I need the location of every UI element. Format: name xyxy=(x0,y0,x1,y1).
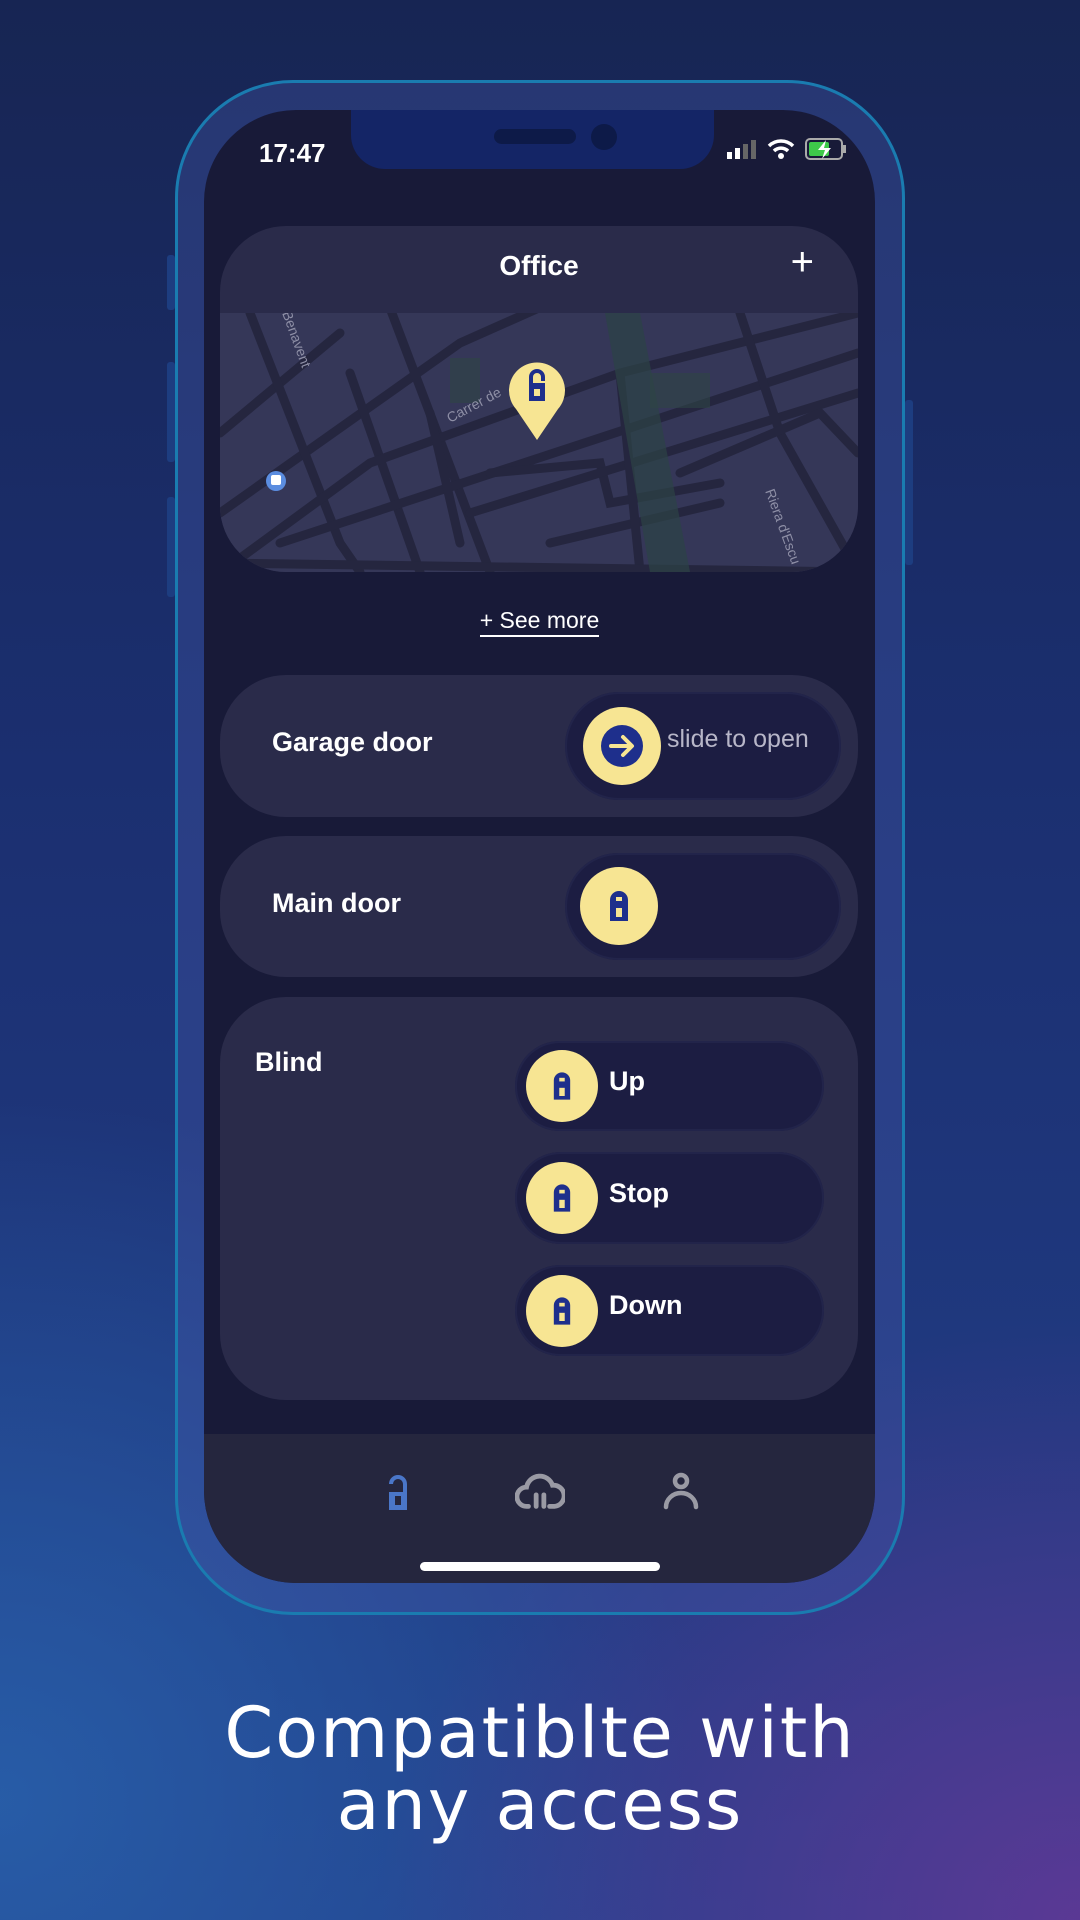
lock-icon xyxy=(610,891,628,921)
power-button xyxy=(905,400,913,565)
garage-door-label: Garage door xyxy=(272,727,433,757)
lock-knob xyxy=(526,1162,598,1234)
lock-open-icon xyxy=(389,1475,407,1510)
slider-knob[interactable] xyxy=(583,707,661,785)
cloud-icon xyxy=(515,1473,565,1509)
map-label: Riera d'Escu xyxy=(762,487,804,567)
tab-access[interactable] xyxy=(373,1466,423,1516)
bottom-tab-bar xyxy=(204,1434,875,1583)
office-title: Office xyxy=(499,250,579,281)
lock-icon xyxy=(553,1184,571,1212)
slide-to-open-text: slide to open xyxy=(667,725,809,753)
main-door-slider[interactable] xyxy=(565,853,841,960)
volume-down-button xyxy=(167,497,175,597)
lock-knob xyxy=(526,1050,598,1122)
caption-line-1: Compatiblte with xyxy=(224,1692,856,1774)
signal-icon xyxy=(727,140,756,159)
tab-profile[interactable] xyxy=(656,1466,706,1516)
blind-card: Blind Up Stop Down xyxy=(220,997,858,1400)
blind-down-label: Down xyxy=(609,1290,683,1320)
see-more-link[interactable]: + See more xyxy=(204,607,875,637)
phone-screen: 17:47 Office + Benavent Carrer de Riera … xyxy=(204,110,875,1583)
status-icons xyxy=(727,138,847,160)
camera xyxy=(591,124,617,150)
speaker xyxy=(494,129,576,144)
blind-stop-button[interactable]: Stop xyxy=(515,1152,824,1244)
wifi-icon xyxy=(767,139,795,159)
see-more-label: + See more xyxy=(479,607,600,637)
tab-cloud[interactable] xyxy=(515,1466,565,1516)
map-label: Benavent xyxy=(279,313,314,370)
lock-knob[interactable] xyxy=(580,867,658,945)
map-view[interactable]: Benavent Carrer de Riera d'Escu xyxy=(220,298,858,572)
main-door-card: Main door xyxy=(220,836,858,977)
add-button[interactable]: + xyxy=(791,242,814,282)
blind-label: Blind xyxy=(255,1047,323,1077)
home-indicator[interactable] xyxy=(420,1562,660,1571)
status-time: 17:47 xyxy=(259,138,326,168)
office-header: Office + xyxy=(220,226,858,313)
lock-icon xyxy=(553,1297,571,1325)
user-icon xyxy=(663,1472,699,1510)
arrow-right-icon xyxy=(601,725,643,767)
main-door-label: Main door xyxy=(272,888,401,918)
blind-up-label: Up xyxy=(609,1066,645,1096)
mute-switch xyxy=(167,255,175,310)
office-card: Office + Benavent Carrer de Riera d'Escu xyxy=(220,226,858,572)
lock-pin-icon[interactable] xyxy=(509,362,565,440)
lock-knob xyxy=(526,1275,598,1347)
lock-icon xyxy=(553,1072,571,1100)
volume-up-button xyxy=(167,362,175,462)
blind-up-button[interactable]: Up xyxy=(515,1041,824,1131)
blind-stop-label: Stop xyxy=(609,1178,669,1208)
notch xyxy=(351,110,714,169)
garage-slide-to-open[interactable]: slide to open xyxy=(565,692,841,800)
garage-door-card: Garage door slide to open xyxy=(220,675,858,817)
caption-line-2: any access xyxy=(336,1764,744,1846)
blind-down-button[interactable]: Down xyxy=(515,1265,824,1356)
map-streets: Benavent Carrer de Riera d'Escu xyxy=(220,298,858,572)
battery-charging-icon xyxy=(805,138,846,160)
